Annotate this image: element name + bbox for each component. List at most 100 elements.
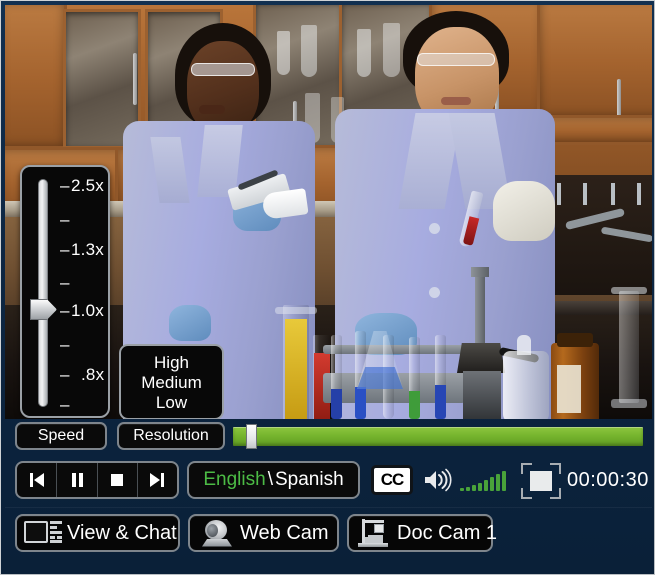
player-control-bar: Speed Resolution English \ Spanish CC 00… [5, 419, 652, 572]
volume-level-meter[interactable] [460, 469, 514, 491]
doc-cam-icon [358, 519, 388, 547]
wash-bottle-cap [517, 335, 531, 355]
resolution-button[interactable]: Resolution [117, 422, 225, 450]
glove-white [493, 181, 555, 241]
resolution-option-low[interactable]: Low [156, 393, 187, 413]
speed-slider-thumb[interactable] [30, 299, 57, 320]
tick-dash-icon: – [60, 365, 70, 384]
video-viewport[interactable]: –2.5x – –1.3x – –1.0x – – .8x – High Med… [5, 5, 652, 419]
skip-back-icon [29, 473, 44, 487]
cc-label: CC [380, 470, 405, 489]
speed-tick-1-0x[interactable]: –1.0x [60, 301, 104, 321]
speed-slider-track[interactable] [38, 179, 48, 407]
resolution-menu-overlay[interactable]: High Medium Low [119, 344, 224, 419]
doccam-base-shape [358, 543, 388, 547]
volume-bar [490, 477, 494, 491]
reagent-bottle-cap [557, 333, 593, 347]
cabinet-glassware [277, 31, 290, 75]
mouth [441, 97, 471, 105]
next-button[interactable] [136, 463, 177, 497]
language-toggle-button[interactable]: English \ Spanish [187, 461, 360, 499]
tick-dash-icon: – [60, 240, 70, 259]
cabinet-glassware [357, 29, 371, 77]
speed-tick-2-5x[interactable]: –2.5x [60, 176, 104, 196]
doc-cam-button[interactable]: Doc Cam 1 [347, 514, 497, 552]
control-row-transport: English \ Spanish CC 00:00:30 [5, 461, 652, 501]
webcam-lens-shape [207, 523, 218, 537]
burner-base [457, 343, 505, 373]
volume-bar [484, 480, 488, 491]
tick-dash-icon: – [60, 335, 70, 354]
pause-button[interactable] [56, 463, 96, 497]
tick-dash-icon: – [60, 395, 70, 414]
test-tube-liquid-blue [331, 389, 342, 419]
skip-forward-icon [150, 473, 165, 487]
tick-dash-icon: – [60, 273, 70, 292]
test-tube-liquid-blue [355, 387, 366, 419]
cylinder-liquid-yellow [285, 319, 307, 419]
speed-button[interactable]: Speed [15, 422, 107, 450]
tall-cylinder-base [611, 399, 647, 408]
cabinet-glassware [301, 25, 317, 77]
speed-tick-minor[interactable]: – [60, 273, 71, 293]
bunsen-burner-top [471, 267, 489, 277]
web-cam-button[interactable]: Web Cam [188, 514, 339, 552]
safety-goggles [191, 63, 255, 76]
reagent-label [557, 365, 581, 413]
speed-tick-1-3x[interactable]: –1.3x [60, 240, 104, 260]
previous-button[interactable] [17, 463, 56, 497]
speed-tick-label: 1.0x [71, 301, 104, 320]
tick-dash-icon: – [60, 301, 70, 320]
volume-bar [502, 471, 506, 491]
peg [611, 183, 615, 205]
fullscreen-inner-square [530, 471, 552, 491]
doc-cam-label: Doc Cam 1 [397, 521, 498, 544]
stop-button[interactable] [96, 463, 137, 497]
language-separator: \ [267, 469, 273, 490]
face [187, 41, 259, 133]
peg [583, 183, 587, 205]
chat-lines-shape [50, 521, 62, 543]
progress-slider-thumb[interactable] [246, 424, 257, 449]
volume-bar [460, 488, 464, 491]
mouth [199, 105, 225, 114]
speed-tick-label: 2.5x [71, 176, 104, 195]
cabinet-glassware [383, 23, 400, 77]
closed-captions-button[interactable]: CC [371, 465, 413, 495]
speed-tick-0-8x[interactable]: – .8x [60, 365, 104, 385]
stop-icon [111, 474, 124, 486]
transport-controls [15, 461, 179, 499]
progress-slider[interactable] [233, 424, 643, 449]
speed-slider-overlay[interactable]: –2.5x – –1.3x – –1.0x – – .8x – [20, 165, 110, 418]
web-cam-label: Web Cam [240, 521, 329, 544]
volume-button[interactable] [423, 468, 453, 497]
control-row-primary: Speed Resolution [5, 422, 652, 454]
speed-tick-minor[interactable]: – [60, 335, 71, 355]
speed-tick-minor[interactable]: – [60, 395, 71, 415]
fullscreen-button[interactable] [521, 463, 561, 499]
video-player-window: –2.5x – –1.3x – –1.0x – – .8x – High Med… [0, 0, 655, 575]
progress-bar-fill[interactable] [233, 427, 643, 446]
control-row-modules: View & Chat Web Cam Doc Cam 1 [5, 514, 652, 556]
coat-button [429, 287, 440, 298]
view-and-chat-label: View & Chat [67, 521, 177, 544]
language-secondary: Spanish [274, 469, 344, 490]
speed-tick-label: .8x [81, 365, 105, 384]
doccam-arm-shape [362, 520, 384, 523]
speed-tick-minor[interactable]: – [60, 210, 71, 230]
volume-bar [496, 474, 500, 491]
volume-bar [466, 487, 470, 491]
safety-goggles [417, 53, 495, 66]
bunsen-burner-tube [475, 273, 485, 345]
view-and-chat-button[interactable]: View & Chat [15, 514, 180, 552]
resolution-option-medium[interactable]: Medium [141, 373, 201, 393]
tall-cylinder-rim [611, 287, 647, 294]
peg [637, 183, 641, 205]
volume-bar [472, 485, 476, 491]
speed-tick-label: 1.3x [71, 240, 104, 259]
resolution-option-high[interactable]: High [154, 353, 189, 373]
speaker-icon [425, 468, 452, 492]
coat-button [429, 223, 440, 234]
webcam-stand-shape [202, 538, 232, 547]
pause-icon [71, 473, 83, 487]
